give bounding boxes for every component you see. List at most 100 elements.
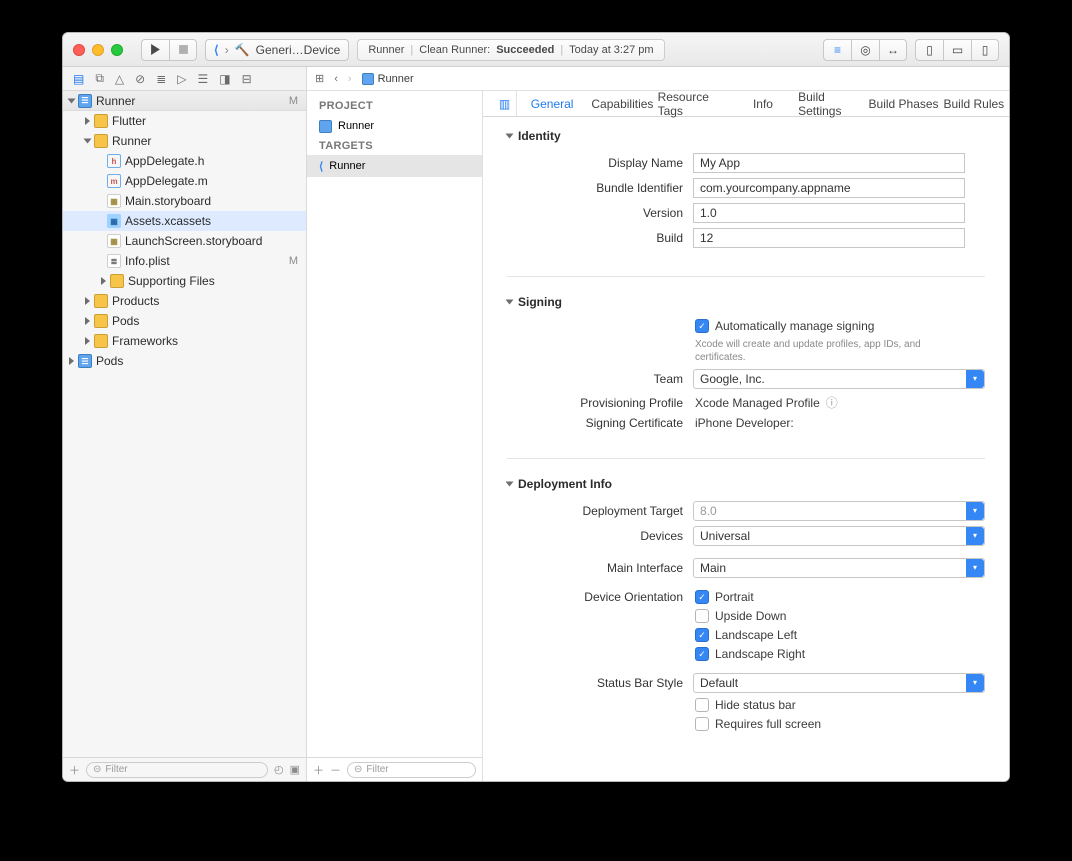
outline-item-label: Runner bbox=[338, 120, 374, 132]
auto-signing-note: Xcode will create and update profiles, a… bbox=[693, 338, 943, 364]
zoom-window-icon[interactable] bbox=[111, 44, 123, 56]
file-label: AppDelegate.h bbox=[125, 154, 204, 168]
tree-row-runner-folder[interactable]: Runner bbox=[63, 131, 306, 151]
scm-modified-badge: M bbox=[289, 95, 298, 107]
devices-select[interactable]: Universal ▾ bbox=[693, 526, 985, 546]
orientation-landscape-left-checkbox[interactable] bbox=[695, 628, 709, 642]
file-label: LaunchScreen.storyboard bbox=[125, 234, 262, 248]
targets-filter-input[interactable]: ⊝ Filter bbox=[347, 762, 476, 778]
toggle-debug-area-button[interactable]: ▭ bbox=[943, 39, 971, 61]
main-interface-select[interactable]: Main ▾ bbox=[693, 558, 985, 578]
test-navigator-icon[interactable]: ▷ bbox=[177, 72, 186, 86]
hide-statusbar-checkbox[interactable] bbox=[695, 698, 709, 712]
scm-filter-icon[interactable]: ▣ bbox=[290, 763, 300, 776]
navigator-filter-input[interactable]: ⊝ Filter bbox=[86, 762, 268, 778]
tree-row-info-plist[interactable]: ≣ Info.plist M bbox=[63, 251, 306, 271]
tab-build-phases[interactable]: Build Phases bbox=[868, 91, 938, 116]
jump-bar[interactable]: ⊞ ‹ › Runner bbox=[307, 67, 1009, 91]
filter-placeholder: Filter bbox=[105, 764, 127, 775]
orientation-label: Device Orientation bbox=[507, 590, 693, 604]
filter-icon: ⊝ bbox=[354, 764, 362, 775]
bundle-id-field[interactable] bbox=[693, 178, 965, 198]
standard-editor-button[interactable]: ≡ bbox=[823, 39, 851, 61]
tab-build-rules[interactable]: Build Rules bbox=[939, 91, 1009, 116]
remove-target-button[interactable]: － bbox=[330, 762, 341, 778]
breakpoint-navigator-icon[interactable]: ◨ bbox=[219, 72, 230, 86]
tree-row-products[interactable]: Products bbox=[63, 291, 306, 311]
tree-row-pods-folder[interactable]: Pods bbox=[63, 311, 306, 331]
project-navigator-icon[interactable]: ▤ bbox=[73, 72, 84, 86]
back-icon[interactable]: ‹ bbox=[334, 73, 338, 85]
team-label: Team bbox=[507, 372, 693, 386]
signing-cert-value: iPhone Developer: bbox=[693, 416, 985, 430]
tab-info[interactable]: Info bbox=[728, 91, 798, 116]
debug-navigator-icon[interactable]: ☰ bbox=[198, 72, 209, 86]
devices-value: Universal bbox=[700, 529, 750, 543]
tree-row-appdelegate-m[interactable]: m AppDelegate.m bbox=[63, 171, 306, 191]
tree-row-frameworks[interactable]: Frameworks bbox=[63, 331, 306, 351]
toggle-navigator-button[interactable]: ▯ bbox=[915, 39, 943, 61]
scheme-selector[interactable]: ⟨ › 🔨 Generi…Device bbox=[205, 39, 349, 61]
tab-general[interactable]: General bbox=[517, 91, 587, 116]
project-name: Runner bbox=[96, 94, 135, 108]
source-control-navigator-icon[interactable]: ⧉ bbox=[95, 71, 104, 86]
close-window-icon[interactable] bbox=[73, 44, 85, 56]
team-value: Google, Inc. bbox=[700, 372, 765, 386]
build-field[interactable] bbox=[693, 228, 965, 248]
statusbar-style-select[interactable]: Default ▾ bbox=[693, 673, 985, 693]
orientation-upside-checkbox[interactable] bbox=[695, 609, 709, 623]
report-navigator-icon[interactable]: ⊟ bbox=[242, 72, 252, 86]
display-name-field[interactable] bbox=[693, 153, 965, 173]
outline-item-project[interactable]: Runner bbox=[307, 115, 482, 137]
tab-capabilities[interactable]: Capabilities bbox=[587, 91, 657, 116]
version-editor-button[interactable]: ↔ bbox=[879, 39, 907, 61]
team-select[interactable]: Google, Inc. ▾ bbox=[693, 369, 985, 389]
tab-resource-tags[interactable]: Resource Tags bbox=[658, 91, 728, 116]
minimize-window-icon[interactable] bbox=[92, 44, 104, 56]
folder-icon bbox=[94, 114, 108, 128]
tree-row-supporting-files[interactable]: Supporting Files bbox=[63, 271, 306, 291]
chevron-updown-icon: ▾ bbox=[966, 674, 984, 692]
recent-filter-icon[interactable]: ◴ bbox=[274, 763, 284, 776]
folder-label: Flutter bbox=[112, 114, 146, 128]
section-identity: Identity Display Name Bundle Identifier bbox=[507, 129, 985, 248]
run-button[interactable] bbox=[141, 39, 169, 61]
toggle-utilities-button[interactable]: ▯ bbox=[971, 39, 999, 61]
scm-modified-badge: M bbox=[289, 255, 298, 267]
add-button[interactable]: ＋ bbox=[69, 762, 80, 778]
symbol-navigator-icon[interactable]: △ bbox=[115, 72, 124, 86]
info-icon[interactable]: ⓘ bbox=[826, 394, 838, 411]
deployment-target-select[interactable]: 8.0 ▾ bbox=[693, 501, 985, 521]
tree-row-flutter[interactable]: Flutter bbox=[63, 111, 306, 131]
status-time: Today at 3:27 pm bbox=[569, 44, 653, 56]
tree-row-assets[interactable]: ▦ Assets.xcassets bbox=[63, 211, 306, 231]
tree-row-main-storyboard[interactable]: ▦ Main.storyboard bbox=[63, 191, 306, 211]
auto-signing-label: Automatically manage signing bbox=[715, 319, 874, 333]
orientation-portrait-checkbox[interactable] bbox=[695, 590, 709, 604]
tree-row-appdelegate-h[interactable]: h AppDelegate.h bbox=[63, 151, 306, 171]
tree-row-launchscreen[interactable]: ▦ LaunchScreen.storyboard bbox=[63, 231, 306, 251]
tree-row-pods-project[interactable]: ☰ Pods bbox=[63, 351, 306, 371]
project-navigator: ▤ ⧉ △ ⊘ ≣ ▷ ☰ ◨ ⊟ ☰ Runner M Flutter bbox=[63, 67, 307, 781]
add-target-button[interactable]: ＋ bbox=[313, 762, 324, 778]
orientation-landscape-right-checkbox[interactable] bbox=[695, 647, 709, 661]
auto-signing-checkbox[interactable] bbox=[695, 319, 709, 333]
stop-button[interactable] bbox=[169, 39, 197, 61]
related-items-icon[interactable]: ⊞ bbox=[315, 72, 324, 85]
targets-filter-bar: ＋ － ⊝ Filter bbox=[307, 757, 482, 781]
issue-navigator-icon[interactable]: ≣ bbox=[156, 72, 166, 86]
outline-item-target[interactable]: ⟨ Runner bbox=[307, 155, 482, 177]
tab-build-settings[interactable]: Build Settings bbox=[798, 91, 868, 116]
find-navigator-icon[interactable]: ⊘ bbox=[135, 72, 145, 86]
assistant-editor-button[interactable]: ◎ bbox=[851, 39, 879, 61]
forward-icon[interactable]: › bbox=[348, 73, 352, 85]
tree-row-project[interactable]: ☰ Runner M bbox=[63, 91, 306, 111]
chevron-updown-icon: ▾ bbox=[966, 502, 984, 520]
folder-icon bbox=[94, 334, 108, 348]
requires-fullscreen-checkbox[interactable] bbox=[695, 717, 709, 731]
devices-label: Devices bbox=[507, 529, 693, 543]
version-field[interactable] bbox=[693, 203, 965, 223]
breadcrumb[interactable]: Runner bbox=[362, 73, 414, 85]
outline-header-project: PROJECT bbox=[307, 97, 482, 115]
toggle-outline-icon[interactable]: ▥ bbox=[493, 91, 517, 116]
